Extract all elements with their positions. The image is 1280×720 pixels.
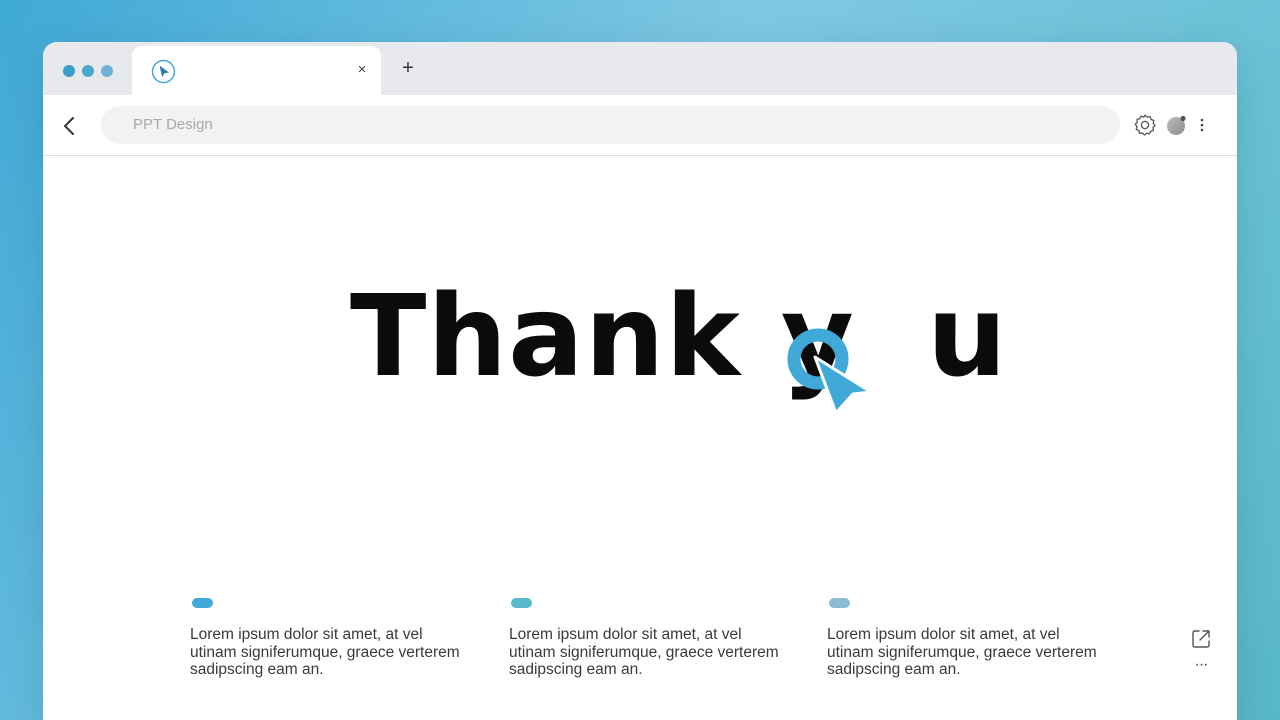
more-horizontal-button[interactable]: ···	[1191, 657, 1211, 673]
gear-icon[interactable]	[1133, 113, 1157, 137]
column-text: Lorem ipsum dolor sit amet, at vel utina…	[827, 626, 1097, 678]
slide-content: Thank y u Lorem ipsum dolor sit amet, at …	[43, 156, 1237, 720]
new-tab-button[interactable]: +	[398, 58, 418, 78]
column-accent-pill	[511, 598, 532, 608]
column-accent-pill	[192, 598, 213, 608]
column-accent-pill	[829, 598, 850, 608]
text-column-1: Lorem ipsum dolor sit amet, at vel utina…	[190, 598, 460, 679]
text-column-2: Lorem ipsum dolor sit amet, at vel utina…	[509, 598, 779, 679]
window-controls	[63, 65, 113, 77]
tab-bar: × +	[43, 42, 1237, 95]
tab-close-button[interactable]: ×	[354, 61, 370, 79]
window-dot-1[interactable]	[63, 65, 75, 77]
profile-icon[interactable]	[1166, 114, 1188, 136]
browser-tab[interactable]: ×	[132, 46, 381, 95]
headline-text: Thank y u	[350, 272, 1008, 402]
back-icon[interactable]	[59, 114, 81, 138]
address-bar-text: PPT Design	[133, 116, 213, 133]
cursor-icon	[151, 59, 176, 84]
browser-toolbar: PPT Design	[43, 95, 1237, 156]
window-dot-3[interactable]	[101, 65, 113, 77]
headline-text-start: Thank y	[350, 272, 855, 402]
cursor-o-icon	[787, 328, 873, 415]
browser-window: × + PPT Design Thank y u Lorem ipsum dol…	[43, 42, 1237, 720]
headline: Thank y u	[43, 272, 1237, 415]
column-text: Lorem ipsum dolor sit amet, at vel utina…	[190, 626, 460, 678]
column-text: Lorem ipsum dolor sit amet, at vel utina…	[509, 626, 779, 678]
address-bar[interactable]: PPT Design	[101, 106, 1120, 144]
text-column-3: Lorem ipsum dolor sit amet, at vel utina…	[827, 598, 1097, 679]
headline-text-end: u	[926, 272, 1008, 402]
window-dot-2[interactable]	[82, 65, 94, 77]
external-link-icon[interactable]	[1190, 628, 1212, 650]
more-vertical-icon[interactable]	[1195, 115, 1209, 135]
